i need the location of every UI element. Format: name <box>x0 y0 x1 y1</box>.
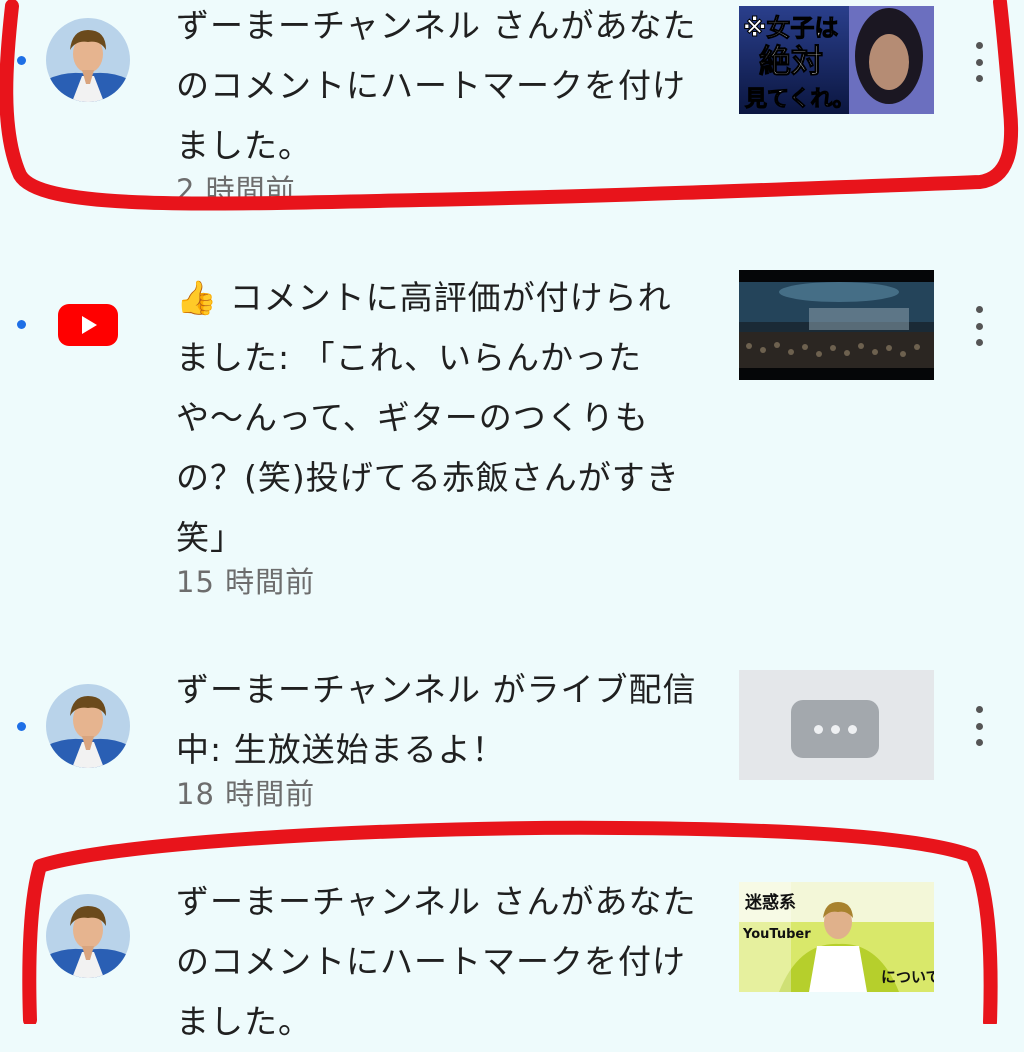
thumbnail-image: ※女子は 絶対 見てくれ。 <box>739 6 934 114</box>
notification-time: 2 時間前 <box>176 173 296 207</box>
avatar-image <box>46 684 130 768</box>
notification-message: コメントに高評価が付けられました: 「これ、いらんかったや〜んって、ギターのつく… <box>176 278 680 557</box>
notification-item[interactable]: ずーまーチャンネル さんがあなたのコメントにハートマークを付けました。 迷惑系 … <box>0 860 1024 1041</box>
more-options-icon[interactable] <box>972 306 986 346</box>
dot <box>975 706 983 713</box>
dot <box>813 724 823 734</box>
avatar-image <box>46 894 130 978</box>
thumbnail-caption-3: 見てくれ。 <box>745 87 855 112</box>
video-thumbnail[interactable] <box>739 270 934 380</box>
dot <box>975 722 983 730</box>
dot <box>975 339 983 346</box>
more-options-icon[interactable] <box>972 706 986 746</box>
dot <box>975 75 983 82</box>
notification-message: ずーまーチャンネル さんがあなたのコメントにハートマークを付けました。 <box>176 6 697 165</box>
dot <box>975 306 983 313</box>
notification-message: ずーまーチャンネル がライブ配信中: 生放送始まるよ！ <box>176 670 697 769</box>
thumbnail-caption-2: YouTuber <box>742 927 811 942</box>
notification-item[interactable]: ずーまーチャンネル さんがあなたのコメントにハートマークを付けました。 2 時間… <box>0 0 1024 230</box>
dot <box>975 42 983 49</box>
thumbs-up-icon: 👍 <box>176 278 219 317</box>
video-thumbnail[interactable]: ※女子は 絶対 見てくれ。 <box>739 6 934 114</box>
thumbnail-image: 迷惑系 YouTuber について <box>739 882 934 992</box>
video-thumbnail-placeholder[interactable] <box>739 670 934 780</box>
dot <box>975 739 983 746</box>
notification-text: ずーまーチャンネル がライブ配信中: 生放送始まるよ！ 18 時間前 <box>176 660 701 814</box>
video-thumbnail[interactable]: 迷惑系 YouTuber について <box>739 882 934 992</box>
unread-dot <box>17 56 26 65</box>
channel-avatar[interactable] <box>46 18 130 102</box>
thumbnail-caption-1: ※女子は <box>743 14 838 42</box>
dot <box>975 58 983 66</box>
youtube-logo-icon <box>58 304 118 346</box>
notification-message: ずーまーチャンネル さんがあなたのコメントにハートマークを付けました。 <box>176 882 697 1041</box>
notification-text: 👍 コメントに高評価が付けられました: 「これ、いらんかったや〜んって、ギターの… <box>176 268 701 602</box>
channel-avatar[interactable] <box>46 684 130 768</box>
notification-time: 18 時間前 <box>176 777 316 811</box>
notification-text: ずーまーチャンネル さんがあなたのコメントにハートマークを付けました。 <box>176 872 701 1052</box>
unread-dot <box>17 722 26 731</box>
thumbnail-caption-3: について <box>881 968 934 986</box>
channel-avatar[interactable] <box>46 894 130 978</box>
notification-item[interactable]: 👍 コメントに高評価が付けられました: 「これ、いらんかったや〜んって、ギターの… <box>0 260 1024 620</box>
avatar-image <box>46 18 130 102</box>
thumbnail-caption-2: 絶対 <box>759 42 823 80</box>
notification-item[interactable]: ずーまーチャンネル がライブ配信中: 生放送始まるよ！ 18 時間前 <box>0 660 1024 820</box>
dot <box>830 724 840 734</box>
dot <box>975 322 983 330</box>
thumbnail-image <box>739 270 934 380</box>
live-placeholder-icon <box>791 700 879 758</box>
dot <box>847 724 857 734</box>
notification-time: 15 時間前 <box>176 565 316 599</box>
thumbnail-caption-1: 迷惑系 <box>744 892 796 913</box>
more-options-icon[interactable] <box>972 42 986 82</box>
notification-text: ずーまーチャンネル さんがあなたのコメントにハートマークを付けました。 2 時間… <box>176 0 701 210</box>
unread-dot <box>17 320 26 329</box>
